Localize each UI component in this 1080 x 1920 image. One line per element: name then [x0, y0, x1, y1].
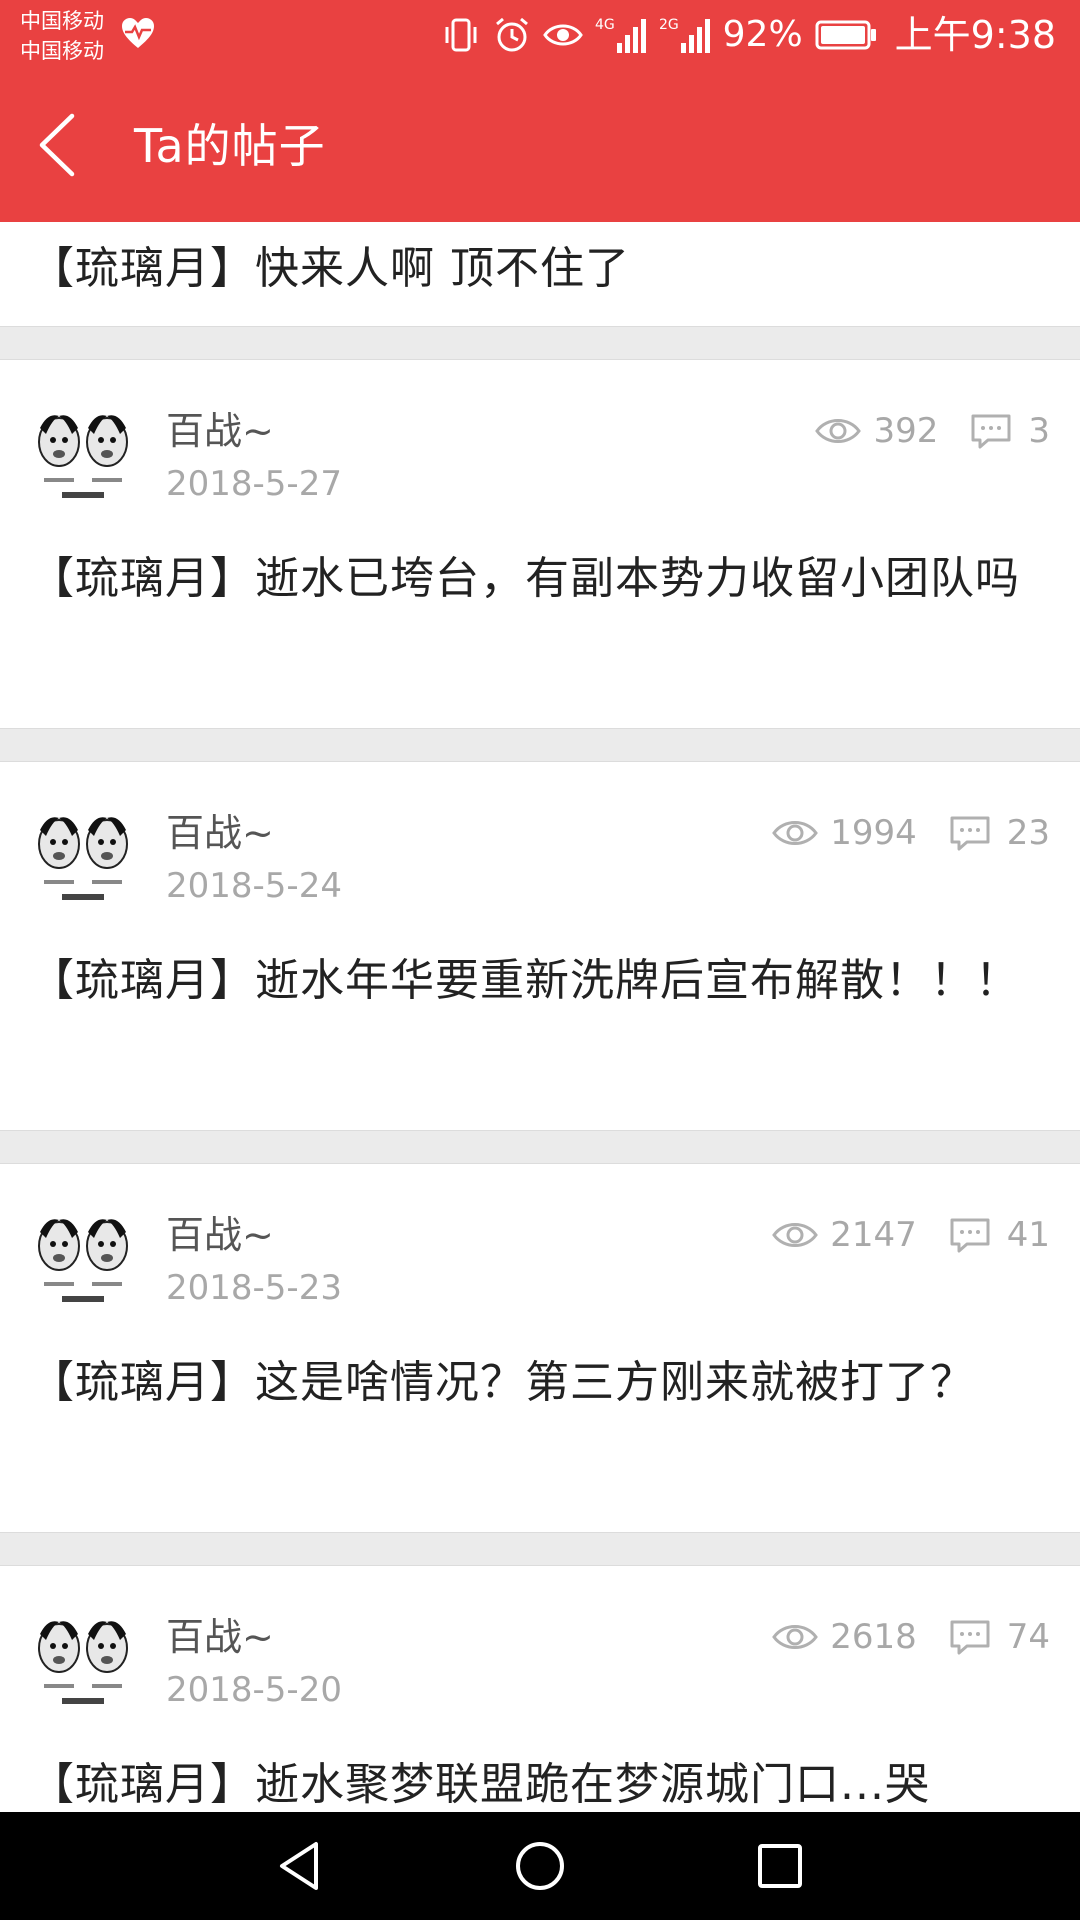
eye-icon: [815, 419, 862, 443]
avatar[interactable]: [32, 1210, 134, 1312]
post-card[interactable]: 百战~ 2018-5-20 2618 74 【琉璃月】逝水聚梦联盟跪在梦源城门口…: [0, 1565, 1080, 1812]
post-date: 2018-5-27: [166, 464, 342, 504]
battery-percent: 92%: [722, 14, 803, 55]
avatar[interactable]: [32, 808, 134, 910]
screen: 中国移动 中国移动 4G 2G 92% 上午9:38 Ta的帖子 【琉璃月】快来…: [0, 0, 1080, 1920]
avatar[interactable]: [32, 1612, 134, 1714]
post-date: 2018-5-24: [166, 866, 342, 906]
comment-icon: [950, 1620, 990, 1655]
view-count: 392: [873, 411, 939, 451]
signal-4g-icon: 4G: [595, 17, 646, 53]
carrier-2: 中国移动: [20, 39, 104, 63]
comment-icon: [971, 414, 1011, 449]
page-title: Ta的帖子: [134, 119, 326, 173]
post-date: 2018-5-20: [166, 1670, 342, 1710]
post-title: 【琉璃月】逝水已垮台，有副本势力收留小团队吗: [30, 553, 1020, 604]
post-date: 2018-5-23: [166, 1268, 342, 1308]
author-name[interactable]: 百战~: [166, 808, 274, 858]
carrier-1: 中国移动: [20, 9, 104, 33]
comment-icon: [950, 816, 990, 851]
vibrate-icon: [445, 18, 477, 52]
eye-icon: [542, 24, 583, 46]
status-bar: 中国移动 中国移动 4G 2G 92% 上午9:38: [0, 0, 1080, 72]
post-title: 【琉璃月】逝水年华要重新洗牌后宣布解散！！！: [30, 955, 1020, 1006]
comment-count: 3: [1028, 411, 1050, 451]
comment-count: 74: [1006, 1617, 1050, 1657]
system-nav-bar: [0, 1812, 1080, 1920]
post-title: 【琉璃月】这是啥情况？第三方刚来就被打了？: [30, 1357, 975, 1408]
view-count: 2618: [830, 1617, 917, 1657]
post-stats: 1994 23: [772, 810, 1050, 856]
post-stats: 2618 74: [772, 1614, 1050, 1660]
post-card[interactable]: 百战~ 2018-5-24 1994 23 【琉璃月】逝水年华要重新洗牌后宣布解…: [0, 761, 1080, 1131]
post-title: 【琉璃月】逝水聚梦联盟跪在梦源城门口...哭: [30, 1759, 930, 1810]
post-card[interactable]: 百战~ 2018-5-23 2147 41 【琉璃月】这是啥情况？第三方刚来就被…: [0, 1163, 1080, 1533]
eye-icon: [772, 1223, 819, 1247]
svg-text:4G: 4G: [595, 17, 615, 33]
nav-back-icon[interactable]: [270, 1836, 330, 1896]
carrier-info: 中国移动 中国移动: [20, 6, 104, 66]
alarm-icon: [495, 17, 528, 52]
clock: 上午9:38: [894, 13, 1056, 57]
comment-count: 23: [1006, 813, 1050, 853]
app-bar: Ta的帖子: [0, 72, 1080, 222]
signal-2g-icon: 2G: [659, 17, 710, 53]
avatar[interactable]: [32, 406, 134, 508]
author-name[interactable]: 百战~: [166, 406, 274, 456]
status-icons: 4G 2G 92% 上午9:38: [441, 12, 1056, 58]
comment-count: 41: [1006, 1215, 1050, 1255]
nav-home-icon[interactable]: [510, 1836, 570, 1896]
nav-recent-icon[interactable]: [750, 1836, 810, 1896]
heart-pulse-icon: [122, 18, 154, 48]
view-count: 1994: [830, 813, 917, 853]
comment-icon: [950, 1218, 990, 1253]
post-stats: 2147 41: [772, 1212, 1050, 1258]
eye-icon: [772, 821, 819, 845]
post-stats: 392 3: [815, 408, 1050, 454]
svg-text:2G: 2G: [659, 17, 679, 33]
post-title: 【琉璃月】快来人啊 顶不住了: [30, 243, 630, 294]
post-card-partial[interactable]: 【琉璃月】快来人啊 顶不住了: [0, 222, 1080, 327]
eye-icon: [772, 1625, 819, 1649]
post-list: 【琉璃月】快来人啊 顶不住了 百战~ 2018-5-27 392 3 【琉璃月】…: [0, 222, 1080, 1812]
post-card[interactable]: 百战~ 2018-5-27 392 3 【琉璃月】逝水已垮台，有副本势力收留小团…: [0, 359, 1080, 729]
back-button[interactable]: [30, 110, 90, 180]
author-name[interactable]: 百战~: [166, 1210, 274, 1260]
battery-icon: [815, 20, 876, 50]
author-name[interactable]: 百战~: [166, 1612, 274, 1662]
view-count: 2147: [830, 1215, 917, 1255]
